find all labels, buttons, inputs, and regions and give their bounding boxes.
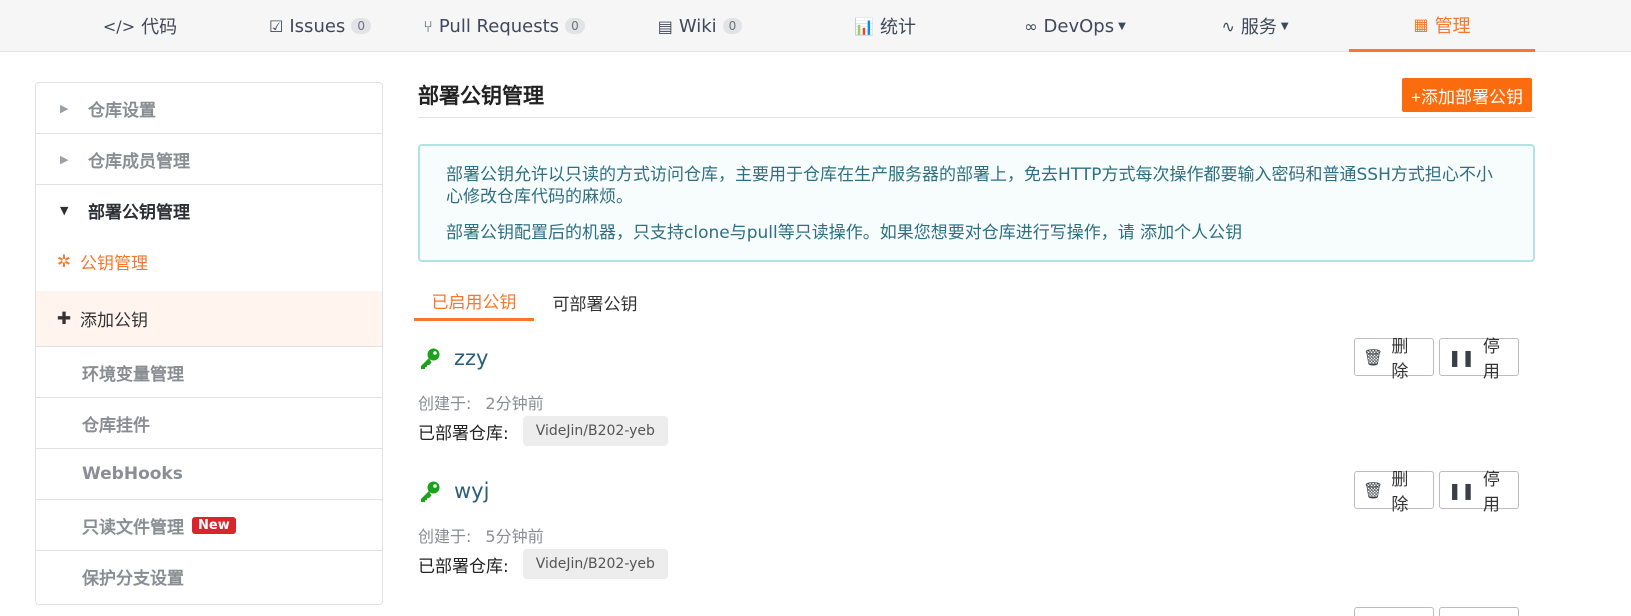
caret-right-icon: ▶ <box>60 101 69 115</box>
sidebar-item-readonly-files[interactable]: 只读文件管理 New <box>36 500 382 551</box>
key-created: 创建于: 5分钟前 <box>418 523 544 547</box>
deploy-key-item: zzy 创建于: 2分钟前 已部署仓库: VideJin/B202-yeb 🗑 删… <box>418 337 1535 468</box>
tab-wiki[interactable]: ▤ Wiki 0 <box>620 0 780 52</box>
wiki-icon: ▤ <box>657 16 673 36</box>
disable-label: 停用 <box>1482 470 1500 515</box>
new-badge: New <box>192 516 236 534</box>
sidebar-item-widgets[interactable]: 仓库挂件 <box>36 398 382 449</box>
code-icon: </> <box>102 16 136 36</box>
created-label: 创建于: <box>418 394 472 413</box>
delete-label: 删除 <box>1391 470 1409 515</box>
add-deploy-key-button[interactable]: +添加部署公钥 <box>1402 78 1532 112</box>
chevron-down-icon: ▼ <box>1280 20 1289 32</box>
title-divider <box>418 117 1535 118</box>
tab-wiki-label: Wiki <box>678 15 717 37</box>
repo-tag[interactable]: VideJin/B202-yeb <box>522 416 668 446</box>
sidebar-subitem-add-key[interactable]: ✚ 添加公钥 <box>36 291 382 347</box>
sidebar-item-label: 环境变量管理 <box>82 364 184 385</box>
sidebar-item-repo-settings[interactable]: ▶ 仓库设置 <box>36 83 382 134</box>
wiki-count-badge: 0 <box>722 18 743 34</box>
pause-icon: ❚❚ <box>1448 347 1475 367</box>
info-message: 部署公钥允许以只读的方式访问仓库，主要用于仓库在生产服务器的部署上，免去HTTP… <box>418 144 1535 262</box>
delete-label: 删除 <box>1391 337 1409 382</box>
key-deployed: 已部署仓库: VideJin/B202-yeb <box>418 549 668 579</box>
caret-right-icon: ▶ <box>60 152 69 166</box>
sidebar-item-label: 保护分支设置 <box>82 569 184 589</box>
key-icon <box>421 481 440 502</box>
top-nav: </> 代码 ☑ Issues 0 ⑂ Pull Requests 0 ▤ Wi… <box>0 0 1631 52</box>
deploy-key-item: wyj 创建于: 5分钟前 已部署仓库: VideJin/B202-yeb 🗑 删… <box>418 470 1535 601</box>
key-deployed: 已部署仓库: VideJin/B202-yeb <box>418 416 668 446</box>
sidebar-item-deploy-keys[interactable]: ▼ 部署公钥管理 <box>36 185 382 236</box>
trash-icon: 🗑 <box>1363 480 1384 500</box>
sidebar-subitem-label: 添加公钥 <box>80 311 148 331</box>
sidebar-item-repo-members[interactable]: ▶ 仓库成员管理 <box>36 134 382 185</box>
sidebar-item-label: 部署公钥管理 <box>88 203 190 223</box>
key-name[interactable]: zzy <box>454 346 488 370</box>
delete-button[interactable]: 🗑 删除 <box>1354 337 1434 382</box>
settings-sidebar: ▶ 仓库设置 ▶ 仓库成员管理 ▼ 部署公钥管理 ✲ 公钥管理 ✚ 添加公钥 环… <box>35 82 383 605</box>
manage-icon: ▦ <box>1413 15 1429 34</box>
tab-services-label: 服务 <box>1240 17 1277 38</box>
sidebar-subitem-key-management[interactable]: ✲ 公钥管理 <box>36 236 382 287</box>
tab-stats[interactable]: 📊 统计 <box>805 0 965 52</box>
info-text-2: 部署公钥配置后的机器，只支持clone与pull等只读操作。如果您想要对仓库进行… <box>446 223 1243 243</box>
disable-button[interactable]: ❚❚ 停用 <box>1439 470 1519 515</box>
disable-label: 停用 <box>1482 337 1500 382</box>
created-label: 创建于: <box>418 527 472 546</box>
tab-enabled-keys[interactable]: 已启用公钥 <box>414 283 534 321</box>
sidebar-item-label: 仓库成员管理 <box>88 151 190 172</box>
info-text-1: 部署公钥允许以只读的方式访问仓库，主要用于仓库在生产服务器的部署上，免去HTTP… <box>446 165 1493 207</box>
created-time: 5分钟前 <box>485 527 544 546</box>
key-title: zzy <box>418 346 488 370</box>
key-title: wyj <box>418 479 489 503</box>
tab-services[interactable]: ∿ 服务 ▼ <box>1175 0 1335 52</box>
pause-icon: ❚❚ <box>1448 480 1475 500</box>
pull-request-icon: ⑂ <box>423 16 433 36</box>
tab-code-label: 代码 <box>141 17 178 38</box>
sidebar-item-label: WebHooks <box>82 464 183 484</box>
caret-down-icon: ▼ <box>60 204 69 217</box>
delete-button[interactable]: 🗑 删除 <box>1354 470 1434 515</box>
plus-icon: ✚ <box>56 308 72 329</box>
issues-icon: ☑ <box>269 16 284 36</box>
chevron-down-icon: ▼ <box>1118 20 1126 32</box>
sidebar-item-protected-branches[interactable]: 保护分支设置 <box>36 551 382 602</box>
tab-stats-label: 统计 <box>879 17 916 38</box>
deployed-label: 已部署仓库: <box>418 423 509 444</box>
disable-button[interactable] <box>1439 607 1519 616</box>
tab-manage[interactable]: ▦ 管理 <box>1349 0 1535 52</box>
key-icon <box>421 348 440 369</box>
delete-button[interactable] <box>1354 607 1434 616</box>
tab-manage-label: 管理 <box>1434 15 1471 37</box>
key-name[interactable]: wyj <box>454 479 489 503</box>
tab-deployable-keys[interactable]: 可部署公钥 <box>540 283 650 321</box>
sidebar-item-webhooks[interactable]: WebHooks <box>36 449 382 500</box>
tab-devops-label: DevOps <box>1043 15 1115 37</box>
trash-icon: 🗑 <box>1363 347 1384 367</box>
sidebar-item-label: 仓库设置 <box>88 100 156 121</box>
page-title: 部署公钥管理 <box>418 84 544 108</box>
tab-issues-label: Issues <box>289 15 346 37</box>
repo-tag[interactable]: VideJin/B202-yeb <box>522 549 668 579</box>
key-created: 创建于: 2分钟前 <box>418 390 544 414</box>
sidebar-item-env-vars[interactable]: 环境变量管理 <box>36 347 382 398</box>
tab-issues[interactable]: ☑ Issues 0 <box>240 0 400 52</box>
sidebar-item-label: 仓库挂件 <box>82 415 150 436</box>
tab-pull-requests-label: Pull Requests <box>438 15 560 37</box>
sidebar-item-label: 只读文件管理 <box>82 517 184 538</box>
tab-pull-requests[interactable]: ⑂ Pull Requests 0 <box>414 0 594 52</box>
tab-devops[interactable]: ∞ DevOps ▼ <box>995 0 1155 52</box>
gear-icon: ✲ <box>56 251 72 272</box>
tab-code[interactable]: </> 代码 <box>60 0 220 52</box>
bar-chart-icon: 📊 <box>854 16 874 36</box>
disable-button[interactable]: ❚❚ 停用 <box>1439 337 1519 382</box>
deployed-label: 已部署仓库: <box>418 556 509 577</box>
issues-count-badge: 0 <box>351 18 371 34</box>
pulse-icon: ∿ <box>1221 16 1235 36</box>
created-time: 2分钟前 <box>485 394 544 413</box>
sidebar-subitem-label: 公钥管理 <box>80 254 148 274</box>
pull-requests-count-badge: 0 <box>565 18 585 34</box>
infinity-icon: ∞ <box>1024 16 1038 36</box>
